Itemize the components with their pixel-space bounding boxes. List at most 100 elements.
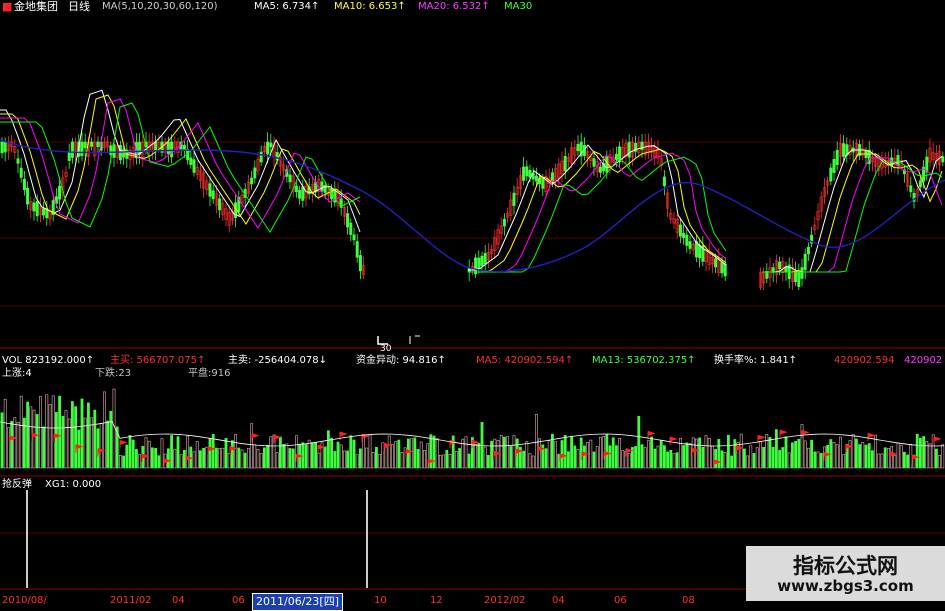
volume-bar: [707, 438, 711, 469]
volume-bar: [790, 442, 794, 469]
candle-body: [784, 267, 788, 272]
volume-bars: [0, 388, 945, 469]
volume-bar: [406, 438, 410, 469]
volume-bar: [138, 454, 142, 469]
volume-bar: [464, 436, 468, 469]
volume-bar: [458, 448, 462, 469]
volume-bar: [429, 434, 433, 469]
candle-body: [835, 149, 839, 166]
candle-body: [349, 222, 353, 235]
candle-body: [522, 166, 526, 181]
volume-bar: [106, 420, 110, 469]
volume-bar: [365, 447, 369, 469]
volume-bar: [285, 443, 289, 469]
volume-bar: [352, 439, 356, 469]
volume-bar: [419, 441, 423, 469]
volume-bar: [528, 453, 532, 469]
volume-bar: [659, 440, 663, 469]
volume-bar: [870, 450, 874, 469]
candle-body: [294, 185, 298, 193]
indicator-name[interactable]: 抢反弹: [2, 479, 32, 491]
candle-body: [909, 185, 913, 193]
volume-bar: [573, 445, 577, 469]
candle-body: [22, 178, 26, 191]
volume-bar: [650, 436, 654, 469]
candle-body: [70, 141, 74, 158]
volume-bar: [259, 453, 263, 469]
volume-bar: [371, 452, 375, 469]
volume-bar: [787, 452, 791, 469]
candle-body: [698, 244, 702, 259]
volume-bar: [646, 440, 650, 469]
volume-bar: [3, 398, 7, 469]
volume-bar: [694, 438, 698, 469]
volume-bar: [282, 444, 286, 469]
volume-bar: [608, 445, 612, 469]
volume-bar: [16, 421, 20, 469]
volume-bar: [19, 395, 23, 469]
candle-body: [525, 166, 529, 177]
volume-bar: [253, 444, 257, 469]
watermark-title: 指标公式网: [793, 554, 898, 578]
volume-bar: [595, 446, 599, 469]
volume-bar: [576, 449, 580, 469]
volume-bar: [346, 450, 350, 469]
volume-bar: [483, 446, 487, 469]
volume-bar: [64, 410, 68, 469]
volume-bar: [589, 439, 593, 469]
volume-bar: [378, 454, 382, 469]
volume-bar: [746, 455, 750, 469]
candle-body: [685, 234, 689, 246]
watermark-url: www.zbgs3.com: [777, 577, 914, 595]
selected-date-label: 2011/06/23[四]: [252, 593, 343, 611]
volume-bar: [202, 447, 206, 469]
axis-label: 04: [172, 595, 185, 606]
volume-bar: [294, 435, 298, 469]
volume-bar: [586, 442, 590, 469]
candle-body: [218, 198, 222, 211]
volume-bar: [32, 409, 36, 469]
volume-bar: [474, 444, 478, 469]
volume-bar: [266, 444, 270, 469]
volume-bar: [58, 395, 62, 469]
volume-bar: [582, 445, 586, 469]
volume-bar: [67, 418, 71, 469]
zhumai2-value: 主卖: -256404.078↓: [228, 355, 327, 366]
signal-flag-icon: [889, 451, 898, 460]
volume-bar: [781, 447, 785, 469]
volume-bar: [925, 441, 929, 469]
volume-bar: [717, 439, 721, 469]
candle-body: [474, 257, 478, 275]
axis-label: 04: [552, 595, 565, 606]
chart-canvas[interactable]: [0, 0, 945, 609]
candle-body: [32, 202, 36, 212]
candle-body: [662, 176, 666, 187]
volume-bar: [794, 441, 798, 469]
signal-flag-icon: [867, 432, 876, 442]
volume-bar: [10, 420, 14, 469]
axis-label: 08: [682, 595, 695, 606]
volume-bar: [880, 453, 884, 469]
volume-bar: [170, 435, 174, 469]
volume-bar: [400, 452, 404, 469]
volume-bar: [7, 427, 10, 469]
volume-bar: [701, 446, 705, 469]
volume-bar: [314, 442, 318, 469]
volume-bar: [698, 437, 702, 469]
candle-body: [806, 246, 810, 255]
candle-body: [253, 167, 257, 179]
volume-bar: [438, 454, 442, 469]
volume-bar: [899, 444, 903, 469]
candle-body: [842, 143, 846, 157]
candle-body: [778, 261, 782, 269]
volume-bar: [614, 445, 618, 469]
volume-bar: [762, 446, 766, 469]
candle-body: [346, 213, 350, 228]
axis-label: 10: [374, 595, 387, 606]
watermark: 指标公式网 www.zbgs3.com: [746, 546, 945, 601]
volume-bar: [262, 447, 266, 469]
volume-bar: [803, 440, 807, 469]
volume-bar: [627, 452, 631, 469]
volume-bar: [51, 395, 55, 469]
volume-bar: [199, 450, 202, 469]
